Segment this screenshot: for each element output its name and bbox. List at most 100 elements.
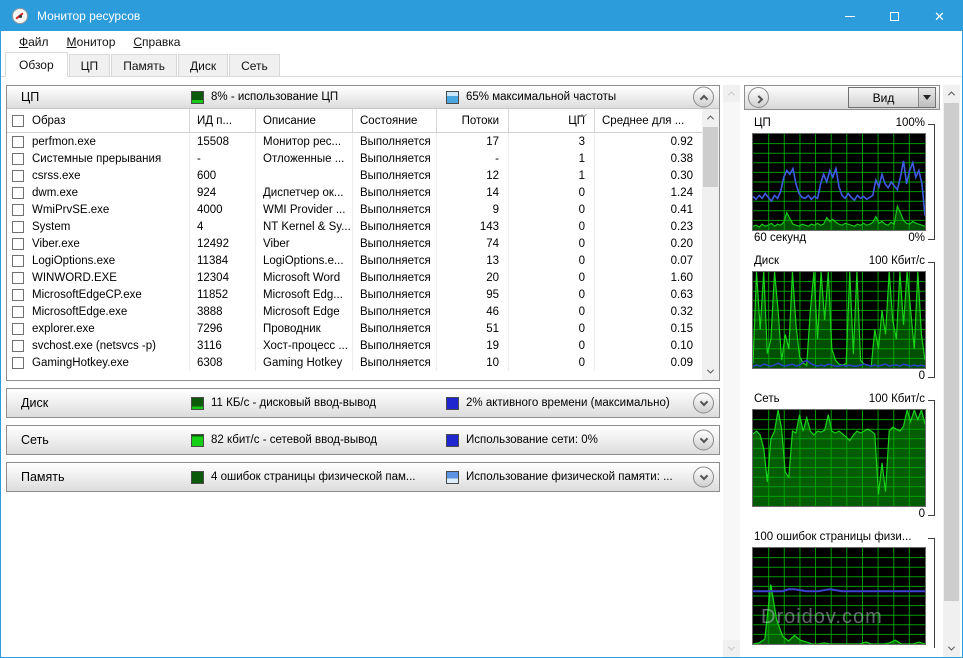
table-cell: 3	[509, 133, 595, 150]
table-cell: 13	[437, 252, 509, 269]
scroll-down-icon[interactable]	[702, 363, 719, 380]
tab-memory[interactable]: Память	[111, 54, 177, 76]
scroll-down-icon[interactable]	[723, 640, 740, 657]
table-row[interactable]: Viber.exe 12492 Viber Выполняется 74 0 0.20	[7, 235, 702, 252]
table-cell: Выполняется	[353, 354, 437, 371]
process-name: perfmon.exe	[32, 135, 96, 148]
table-row[interactable]: MicrosoftEdgeCP.exe 11852 Microsoft Edg...…	[7, 286, 702, 303]
table-row[interactable]: WmiPrvSE.exe 4000 WMI Provider ... Выполняе…	[7, 201, 702, 218]
tab-cpu[interactable]: ЦП	[68, 54, 111, 76]
menu-file[interactable]: Файл	[10, 33, 58, 51]
table-cell: 12	[437, 167, 509, 184]
column-header-pid[interactable]: ИД п...	[190, 109, 256, 132]
process-name: WmiPrvSE.exe	[32, 203, 110, 216]
cpu-section-header[interactable]: ЦП 8% - использование ЦП 65% максимально…	[7, 86, 719, 108]
cpu-graph-min-label: 0%	[908, 232, 925, 244]
menu-monitor[interactable]: Монитор	[58, 33, 125, 51]
right-pane-scrollbar[interactable]	[943, 85, 960, 657]
table-cell: LogiOptions.e...	[256, 252, 353, 269]
left-pane-scrollbar[interactable]	[723, 85, 740, 657]
disk-expand-button[interactable]	[693, 392, 714, 414]
network-graph	[752, 409, 926, 507]
tab-network[interactable]: Сеть	[229, 54, 280, 76]
graph-bracket	[928, 262, 935, 378]
row-checkbox[interactable]	[12, 339, 24, 352]
network-usage-legend: Использование сети: 0%	[446, 433, 598, 447]
row-checkbox[interactable]	[12, 271, 24, 284]
view-button[interactable]: Вид	[848, 87, 936, 108]
column-header-threads[interactable]: Потоки	[437, 109, 509, 132]
collapse-panel-button[interactable]	[748, 87, 769, 108]
network-io-legend: 82 кбит/с - сетевой ввод-вывод	[191, 433, 446, 447]
row-checkbox[interactable]	[12, 220, 24, 233]
dropdown-arrow-icon	[923, 95, 931, 100]
row-checkbox[interactable]	[12, 152, 24, 165]
memory-expand-button[interactable]	[693, 466, 714, 488]
minimize-button[interactable]	[827, 1, 872, 31]
table-cell: 0	[509, 303, 595, 320]
memory-section-header[interactable]: Память 4 ошибок страницы физической пам.…	[7, 463, 719, 491]
memory-faults-legend-icon	[191, 470, 204, 484]
scroll-down-icon[interactable]	[943, 640, 960, 657]
row-checkbox[interactable]	[12, 356, 24, 369]
table-row[interactable]: explorer.exe 7296 Проводник Выполняется 51 0 0…	[7, 320, 702, 337]
menu-bar: Файл Монитор Справка	[1, 31, 962, 53]
graphs-panel: Вид ЦП 100% 60 секунд 0% Диск 100 Кбит/с…	[744, 85, 940, 657]
row-checkbox[interactable]	[12, 305, 24, 318]
select-all-checkbox[interactable]	[12, 114, 24, 127]
tab-overview[interactable]: Обзор	[5, 52, 68, 77]
close-button[interactable]: ✕	[917, 1, 962, 31]
window-title: Монитор ресурсов	[37, 9, 141, 23]
right-scrollbar-thumb[interactable]	[944, 103, 959, 601]
process-name: dwm.exe	[32, 186, 79, 199]
maximize-icon	[890, 11, 899, 21]
table-row[interactable]: perfmon.exe 15508 Монитор рес... Выполняетс…	[7, 133, 702, 150]
scroll-up-icon[interactable]	[943, 85, 960, 102]
column-header-description[interactable]: Описание	[256, 109, 353, 132]
table-cell: 15508	[190, 133, 256, 150]
cpu-collapse-button[interactable]	[693, 86, 714, 108]
view-dropdown-arrow[interactable]	[918, 88, 935, 107]
table-row[interactable]: MicrosoftEdge.exe 3888 Microsoft Edge Выпол…	[7, 303, 702, 320]
row-checkbox[interactable]	[12, 203, 24, 216]
left-pane: ЦП 8% - использование ЦП 65% максимально…	[6, 85, 720, 657]
disk-graph-title: Диск	[754, 255, 779, 267]
row-checkbox[interactable]	[12, 237, 24, 250]
column-header-average-cpu[interactable]: Среднее для ...	[595, 109, 702, 132]
column-header-cpu[interactable]: ЦП	[509, 109, 595, 132]
table-cell: 0.20	[670, 237, 693, 250]
column-header-status[interactable]: Состояние	[353, 109, 437, 132]
row-checkbox[interactable]	[12, 288, 24, 301]
table-cell: Выполняется	[353, 303, 437, 320]
table-cell: 0.38	[670, 152, 693, 165]
row-checkbox[interactable]	[12, 322, 24, 335]
table-row[interactable]: Системные прерывания - Отложенные ... Выпол…	[7, 150, 702, 167]
table-row[interactable]: GamingHotkey.exe 6308 Gaming Hotkey Выполня…	[7, 354, 702, 371]
table-cell: 143	[437, 218, 509, 235]
disk-section-header[interactable]: Диск 11 КБ/с - дисковый ввод-вывод 2% ак…	[7, 389, 719, 417]
network-section-header[interactable]: Сеть 82 кбит/с - сетевой ввод-вывод Испо…	[7, 426, 719, 454]
row-checkbox[interactable]	[12, 254, 24, 267]
table-scrollbar[interactable]	[702, 109, 719, 380]
maximize-button[interactable]	[872, 1, 917, 31]
network-expand-button[interactable]	[693, 429, 714, 451]
column-header-image[interactable]: Образ	[7, 109, 190, 132]
table-row[interactable]: svchost.exe (netsvcs -p) 3116 Хост-процесс…	[7, 337, 702, 354]
scroll-up-icon[interactable]	[723, 85, 740, 102]
tab-disk[interactable]: Диск	[177, 54, 229, 76]
table-row[interactable]: dwm.exe 924 Диспетчер ок... Выполняется 14 0 1…	[7, 184, 702, 201]
scroll-up-icon[interactable]	[702, 109, 719, 126]
cpu-frequency-legend: 65% максимальной частоты	[446, 90, 616, 104]
table-row[interactable]: WINWORD.EXE 12304 Microsoft Word Выполняетс…	[7, 269, 702, 286]
row-checkbox[interactable]	[12, 135, 24, 148]
menu-help[interactable]: Справка	[124, 33, 189, 51]
table-row[interactable]: LogiOptions.exe 11384 LogiOptions.e... Выпо…	[7, 252, 702, 269]
row-checkbox[interactable]	[12, 186, 24, 199]
table-row[interactable]: System 4 NT Kernel & Sy... Выполняется 143 0 0…	[7, 218, 702, 235]
process-name: GamingHotkey.exe	[32, 356, 129, 369]
row-checkbox[interactable]	[12, 169, 24, 182]
table-row[interactable]: csrss.exe 600 Выполняется 12 1 0.30	[7, 167, 702, 184]
table-scrollbar-thumb[interactable]	[703, 127, 718, 187]
table-cell: Выполняется	[353, 184, 437, 201]
tab-strip: Обзор ЦП Память Диск Сеть	[1, 52, 962, 77]
